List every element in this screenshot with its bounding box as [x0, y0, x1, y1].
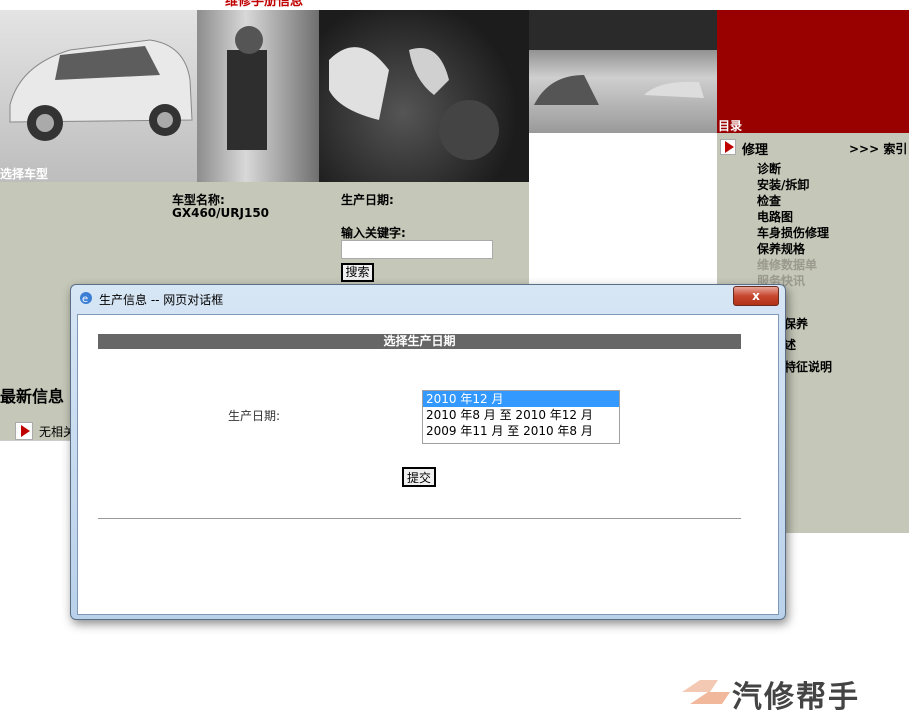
catalog-header-block: 目录 — [717, 10, 909, 133]
sidebar-item-diagnosis[interactable]: 诊断 — [757, 160, 781, 177]
engine-photo — [319, 10, 529, 182]
top-partial-title: 维修手册信息 — [225, 0, 304, 9]
production-date-listbox[interactable]: 2010 年12 月 2010 年8 月 至 2010 年12 月 2009 年… — [422, 390, 620, 444]
repair-section-title[interactable]: 修理 — [742, 139, 768, 158]
production-date-field-label: 生产日期: — [228, 409, 281, 423]
sidebar-item-service-data[interactable]: 维修数据单 — [757, 256, 817, 273]
production-date-label: 生产日期: — [341, 193, 394, 207]
submit-button[interactable]: 提交 — [402, 467, 436, 487]
keyword-label: 输入关键字: — [341, 226, 406, 240]
date-option[interactable]: 2009 年11 月 至 2010 年8 月 — [423, 423, 619, 439]
index-link[interactable]: >>> 索引 — [849, 140, 907, 157]
sidebar-item-install-remove[interactable]: 安装/拆卸 — [757, 176, 809, 193]
production-info-dialog: e 生产信息 -- 网页对话框 x 选择生产日期 生产日期: 2010 年12 … — [70, 284, 786, 620]
news-list-item[interactable]: 无相关 — [15, 422, 75, 440]
date-option[interactable]: 2010 年8 月 至 2010 年12 月 — [423, 407, 619, 423]
workshop-photo — [529, 10, 717, 133]
latest-news-title: 最新信息 — [0, 387, 65, 406]
suv-image — [9, 39, 193, 141]
sidebar-item-body-repair[interactable]: 车身损伤修理 — [757, 224, 829, 241]
ie-page-icon: e — [79, 291, 93, 305]
news-divider — [0, 440, 70, 441]
dialog-header: 选择生产日期 — [98, 334, 741, 349]
news-bullet-icon — [15, 422, 33, 440]
technician-photo — [197, 10, 319, 182]
select-model-label[interactable]: 选择车型 — [0, 165, 48, 182]
keyword-input[interactable] — [341, 240, 493, 259]
model-name-value: GX460/URJ150 — [172, 206, 270, 220]
sidebar-item-inspection[interactable]: 检查 — [757, 192, 781, 209]
watermark-logo: 汽修帮手 — [680, 672, 910, 715]
sidebar-item-maintenance-spec[interactable]: 保养规格 — [757, 240, 805, 257]
sidebar-item-wiring-diagram[interactable]: 电路图 — [757, 208, 793, 225]
search-button[interactable]: 搜索 — [341, 263, 374, 282]
sidebar-item-features-partial[interactable]: 特征说明 — [784, 358, 832, 375]
catalog-title: 目录 — [718, 119, 743, 133]
dialog-divider — [98, 518, 741, 519]
date-option-selected[interactable]: 2010 年12 月 — [423, 391, 619, 407]
repair-section-icon — [720, 139, 736, 155]
close-button[interactable]: x — [733, 286, 779, 306]
svg-text:e: e — [82, 294, 88, 305]
watermark-text: 汽修帮手 — [732, 680, 860, 715]
sidebar-item-maintenance-partial[interactable]: 保养 — [784, 315, 808, 332]
dialog-content: 选择生产日期 生产日期: 2010 年12 月 2010 年8 月 至 2010… — [77, 314, 779, 615]
car-photo[interactable]: 选择车型 — [0, 10, 197, 182]
watermark-logo-icon — [682, 680, 730, 704]
dialog-title: 生产信息 -- 网页对话框 — [99, 293, 224, 307]
